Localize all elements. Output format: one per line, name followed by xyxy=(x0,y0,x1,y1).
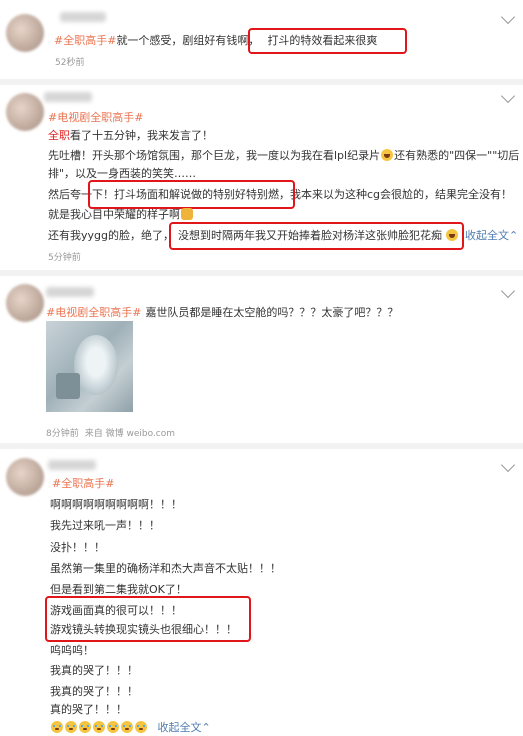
crying-emoji-icon xyxy=(93,721,105,733)
highlight-box xyxy=(45,596,251,642)
thumbs-up-icon xyxy=(181,208,193,220)
avatar[interactable] xyxy=(6,284,44,322)
username[interactable] xyxy=(44,92,92,102)
post4-line: 真的哭了！！！ xyxy=(50,703,127,716)
chevron-up-icon[interactable]: ⌃ xyxy=(202,721,211,734)
avatar[interactable] xyxy=(6,14,44,52)
attached-image[interactable] xyxy=(46,321,133,412)
highlight-box xyxy=(248,28,407,54)
crying-emoji-icon xyxy=(121,721,133,733)
post4-line: 呜呜呜！ xyxy=(50,644,94,657)
collapse-full-text-link[interactable]: 收起全文 xyxy=(465,229,509,242)
hashtag-link[interactable]: #电视剧全职高手# xyxy=(46,306,141,319)
post2-line-5: 就是我心目中荣耀的样子啊 xyxy=(48,207,194,222)
username[interactable] xyxy=(48,460,96,470)
post2-line-2: 先吐槽！开头那个场馆氛围，那个巨龙，我一度以为我在看lpl纪录片 还有熟悉的"四保… xyxy=(48,149,520,162)
crying-emoji-icon xyxy=(107,721,119,733)
post2-line-3: 排"，以及一身西装的笑笑…… xyxy=(48,167,197,180)
post2-hashtag: #电视剧全职高手# xyxy=(48,110,143,125)
post3-text: #电视剧全职高手# 嘉世队员都是睡在太空舱的吗？？？太豪了吧？？？ xyxy=(46,306,399,319)
chevron-down-icon[interactable] xyxy=(500,283,516,299)
post4-line: 虽然第一集里的确杨洋和杰大声音不太贴！！！ xyxy=(50,562,281,575)
username[interactable] xyxy=(46,287,94,297)
crying-emoji-icon xyxy=(51,721,63,733)
chevron-down-icon[interactable] xyxy=(500,9,516,25)
avatar[interactable] xyxy=(6,93,44,131)
collapse-full-text-link[interactable]: 收起全文 xyxy=(158,721,202,734)
crying-emoji-icon xyxy=(65,721,77,733)
post4-line: 我真的哭了！！！ xyxy=(50,685,138,698)
post4-line: 啊啊啊啊啊啊啊啊啊！！！ xyxy=(50,498,182,511)
crying-emoji-icon xyxy=(135,721,147,733)
post-time: 5分钟前 xyxy=(48,253,81,263)
post2-line-1: 全职看了十五分钟，我来发言了！ xyxy=(48,129,213,142)
laugh-emoji-icon xyxy=(381,149,394,161)
chevron-down-icon[interactable] xyxy=(500,88,516,104)
post4-hashtag: #全职高手# xyxy=(52,476,114,491)
post-time: 52秒前 xyxy=(55,58,85,68)
crying-emoji-icon xyxy=(79,721,91,733)
hashtag-link[interactable]: #全职高手# xyxy=(54,34,116,47)
post4-line: 我真的哭了！！！ xyxy=(50,664,138,677)
post4-line: 我先过来吼一声！！！ xyxy=(50,519,160,532)
highlight-box xyxy=(88,180,295,209)
divider xyxy=(0,270,523,276)
post4-line: 没扑！！！ xyxy=(50,541,105,554)
username[interactable] xyxy=(60,12,106,22)
chevron-down-icon[interactable] xyxy=(500,457,516,473)
hashtag-link[interactable]: #电视剧全职高手# xyxy=(48,111,143,124)
post-time: 8分钟前 来自 微博 weibo.com xyxy=(46,429,175,439)
hashtag-link[interactable]: #全职高手# xyxy=(52,477,114,490)
divider xyxy=(0,79,523,85)
chevron-up-icon[interactable]: ⌃ xyxy=(509,229,518,242)
highlight-box xyxy=(169,222,464,250)
divider xyxy=(0,443,523,449)
post4-emoji-row: 收起全文⌃ xyxy=(50,720,211,735)
post4-line: 但是看到第二集我就OK了！ xyxy=(50,583,187,596)
post-source: 来自 微博 weibo.com xyxy=(84,429,175,439)
avatar[interactable] xyxy=(6,458,44,496)
